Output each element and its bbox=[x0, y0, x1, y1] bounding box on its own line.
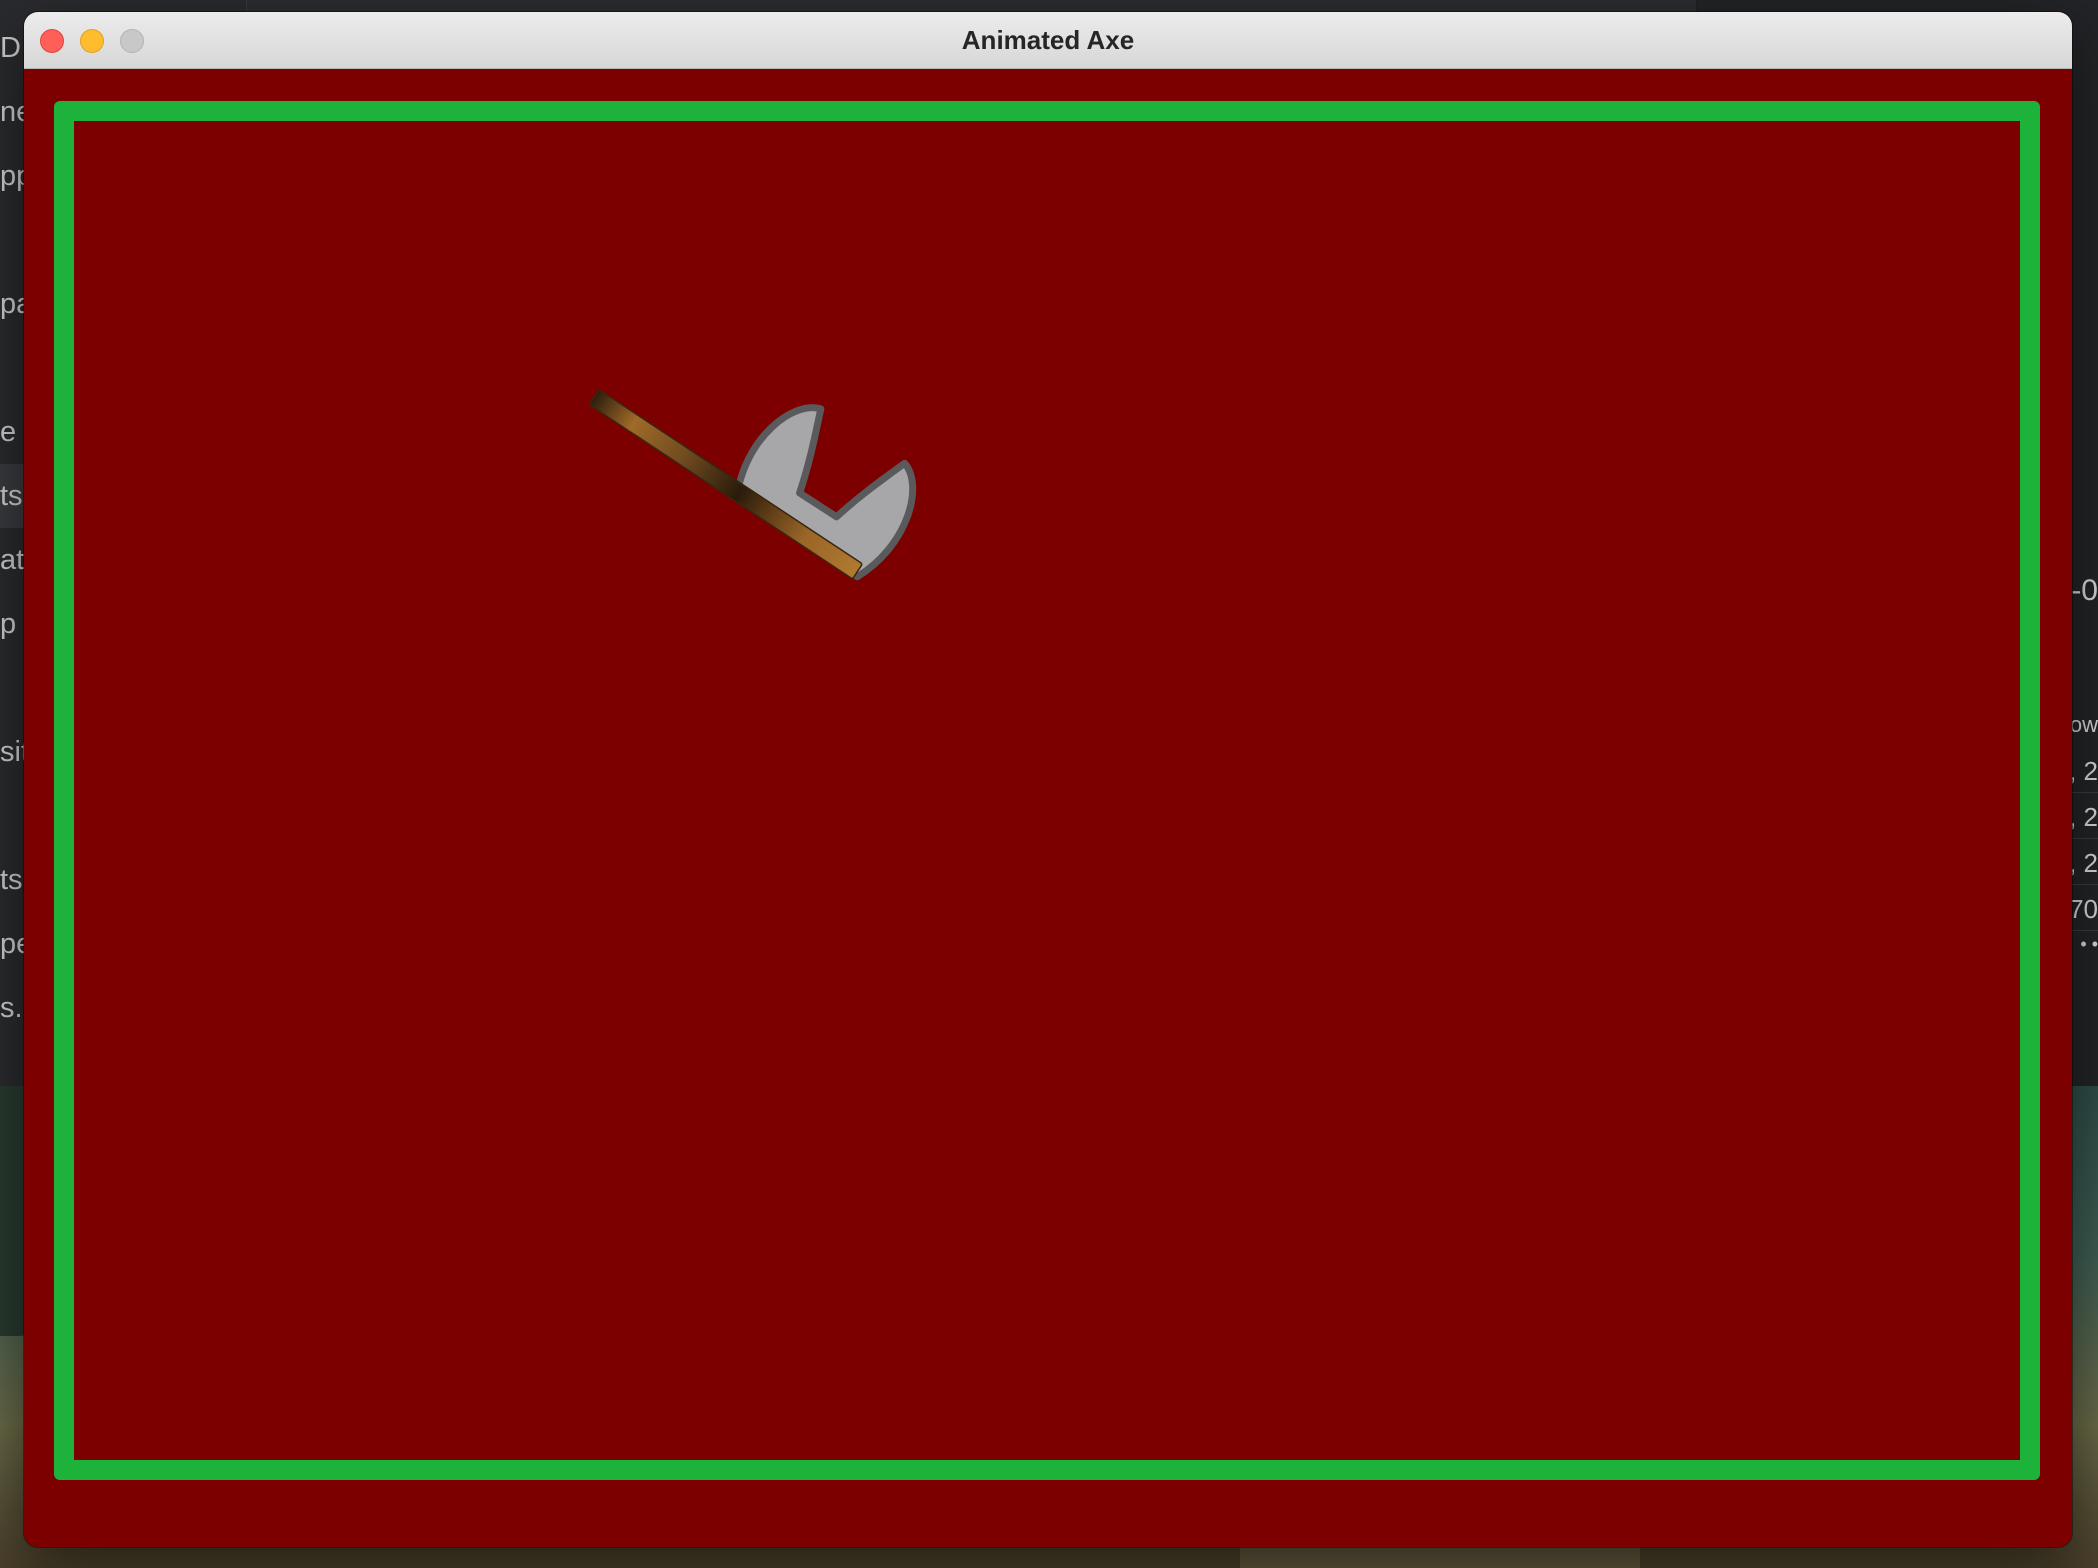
background-text-fragment: ow bbox=[2069, 712, 2098, 737]
background-text-fragment: at bbox=[0, 544, 25, 576]
background-row-divider bbox=[2068, 838, 2098, 839]
background-row-divider bbox=[2068, 930, 2098, 931]
animation-canvas bbox=[24, 69, 2072, 1547]
window-title: Animated Axe bbox=[961, 25, 1135, 55]
animated-axe-window[interactable]: Animated Axe bbox=[24, 12, 2072, 1547]
background-text-fragment: D bbox=[0, 32, 21, 64]
background-text-fragment: ts bbox=[0, 480, 23, 512]
background-row-divider bbox=[2068, 792, 2098, 793]
background-text-fragment: -0 bbox=[2071, 574, 2098, 607]
background-row-divider bbox=[2068, 884, 2098, 885]
axe-graphic bbox=[589, 389, 917, 581]
background-text-fragment: p bbox=[0, 608, 17, 640]
background-text-fragment: • • bbox=[2080, 934, 2098, 954]
background-text-fragment: ts bbox=[0, 864, 23, 896]
background-text-fragment: s. bbox=[0, 992, 23, 1024]
window-titlebar[interactable]: Animated Axe bbox=[24, 12, 2072, 69]
